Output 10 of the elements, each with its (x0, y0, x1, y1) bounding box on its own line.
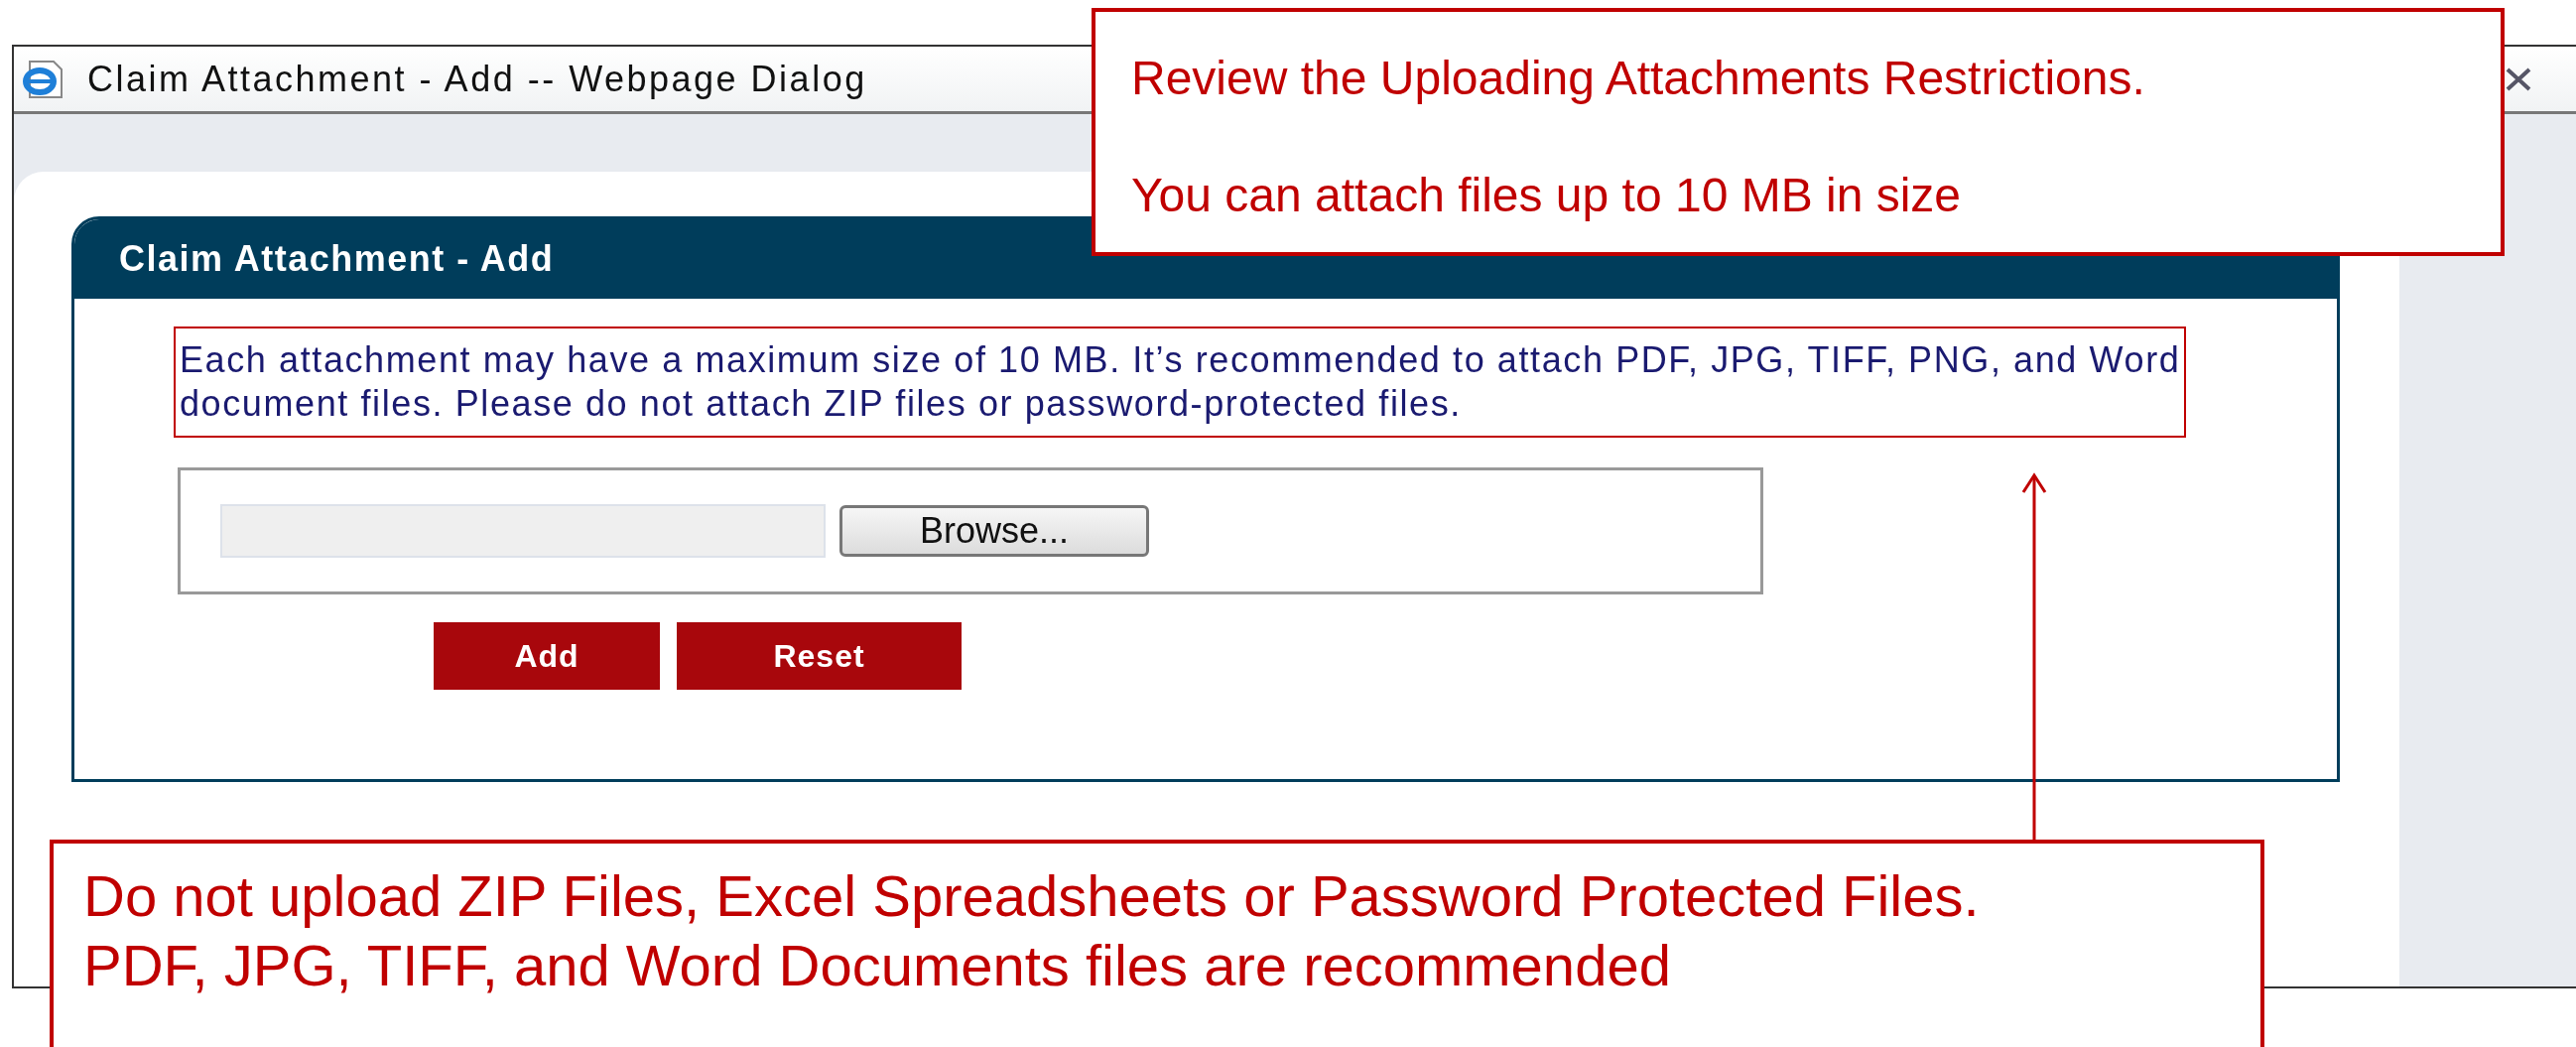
page-icon (22, 59, 65, 99)
browse-button[interactable]: Browse... (839, 505, 1149, 557)
callout-text: PDF, JPG, TIFF, and Word Documents files are recommended (83, 931, 1672, 999)
file-path-field[interactable] (220, 504, 826, 558)
close-icon[interactable] (2505, 65, 2532, 92)
callout-text: Review the Uploading Attachments Restrictions. (1131, 51, 2146, 106)
reset-button[interactable]: Reset (677, 622, 962, 690)
callout-text: Do not upload ZIP Files, Excel Spreadsheets or Password Protected Files. (83, 862, 1981, 930)
add-button[interactable]: Add (434, 622, 660, 690)
window-title: Claim Attachment - Add -- Webpage Dialog (87, 58, 867, 100)
